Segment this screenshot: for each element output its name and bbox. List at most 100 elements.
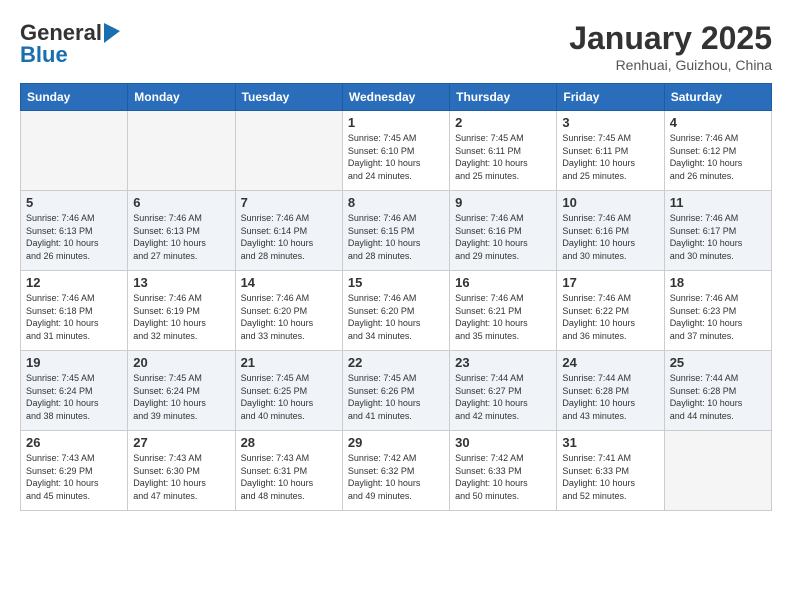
- calendar-week-3: 12 Sunrise: 7:46 AM Sunset: 6:18 PM Dayli…: [21, 271, 772, 351]
- day-info: Sunrise: 7:46 AM Sunset: 6:20 PM Dayligh…: [241, 292, 337, 342]
- calendar-day-21: 21 Sunrise: 7:45 AM Sunset: 6:25 PM Dayli…: [235, 351, 342, 431]
- day-number: 21: [241, 355, 337, 370]
- calendar-day-19: 19Sunrise: 7:45 AM Sunset: 6:24 PM Dayli…: [21, 351, 128, 431]
- day-info: Sunrise: 7:43 AM Sunset: 6:31 PM Dayligh…: [241, 452, 337, 502]
- calendar-day-20: 20Sunrise: 7:45 AM Sunset: 6:24 PM Dayli…: [128, 351, 235, 431]
- day-info: Sunrise: 7:46 AM Sunset: 6:12 PM Dayligh…: [670, 132, 766, 182]
- calendar-week-5: 26 Sunrise: 7:43 AM Sunset: 6:29 PM Dayli…: [21, 431, 772, 511]
- calendar-day-25: 25 Sunrise: 7:44 AM Sunset: 6:28 PM Dayli…: [664, 351, 771, 431]
- day-info: Sunrise: 7:42 AM Sunset: 6:33 PM Dayligh…: [455, 452, 551, 502]
- page-header: General Blue January 2025 Renhuai, Guizh…: [20, 20, 772, 73]
- weekday-header-thursday: Thursday: [450, 84, 557, 111]
- calendar-day-3: 3 Sunrise: 7:45 AM Sunset: 6:11 PM Daylig…: [557, 111, 664, 191]
- calendar-day-29: 29Sunrise: 7:42 AM Sunset: 6:32 PM Dayli…: [342, 431, 449, 511]
- day-info: Sunrise: 7:45 AM Sunset: 6:24 PM Dayligh…: [26, 372, 122, 422]
- calendar-day-28: 28 Sunrise: 7:43 AM Sunset: 6:31 PM Dayli…: [235, 431, 342, 511]
- day-info: Sunrise: 7:46 AM Sunset: 6:18 PM Dayligh…: [26, 292, 122, 342]
- calendar-week-2: 5Sunrise: 7:46 AM Sunset: 6:13 PM Daylig…: [21, 191, 772, 271]
- calendar-day-24: 24 Sunrise: 7:44 AM Sunset: 6:28 PM Dayli…: [557, 351, 664, 431]
- day-number: 29: [348, 435, 444, 450]
- weekday-header-wednesday: Wednesday: [342, 84, 449, 111]
- calendar-day-17: 17 Sunrise: 7:46 AM Sunset: 6:22 PM Dayli…: [557, 271, 664, 351]
- day-info: Sunrise: 7:43 AM Sunset: 6:30 PM Dayligh…: [133, 452, 229, 502]
- day-info: Sunrise: 7:45 AM Sunset: 6:10 PM Dayligh…: [348, 132, 444, 182]
- calendar-week-1: 1 Sunrise: 7:45 AM Sunset: 6:10 PM Daylig…: [21, 111, 772, 191]
- calendar-day-27: 27 Sunrise: 7:43 AM Sunset: 6:30 PM Dayli…: [128, 431, 235, 511]
- day-info: Sunrise: 7:46 AM Sunset: 6:17 PM Dayligh…: [670, 212, 766, 262]
- day-number: 15: [348, 275, 444, 290]
- day-info: Sunrise: 7:46 AM Sunset: 6:13 PM Dayligh…: [133, 212, 229, 262]
- day-number: 10: [562, 195, 658, 210]
- day-number: 30: [455, 435, 551, 450]
- day-number: 9: [455, 195, 551, 210]
- calendar-table: SundayMondayTuesdayWednesdayThursdayFrid…: [20, 83, 772, 511]
- day-number: 24: [562, 355, 658, 370]
- calendar-day-empty: [128, 111, 235, 191]
- day-number: 7: [241, 195, 337, 210]
- calendar-day-13: 13Sunrise: 7:46 AM Sunset: 6:19 PM Dayli…: [128, 271, 235, 351]
- day-number: 27: [133, 435, 229, 450]
- day-number: 31: [562, 435, 658, 450]
- calendar-day-empty: [21, 111, 128, 191]
- calendar-day-14: 14 Sunrise: 7:46 AM Sunset: 6:20 PM Dayli…: [235, 271, 342, 351]
- day-number: 11: [670, 195, 766, 210]
- day-number: 17: [562, 275, 658, 290]
- weekday-header-saturday: Saturday: [664, 84, 771, 111]
- day-info: Sunrise: 7:44 AM Sunset: 6:28 PM Dayligh…: [670, 372, 766, 422]
- day-number: 28: [241, 435, 337, 450]
- weekday-header-sunday: Sunday: [21, 84, 128, 111]
- title-block: January 2025 Renhuai, Guizhou, China: [569, 20, 772, 73]
- day-info: Sunrise: 7:45 AM Sunset: 6:11 PM Dayligh…: [562, 132, 658, 182]
- calendar-day-22: 22Sunrise: 7:45 AM Sunset: 6:26 PM Dayli…: [342, 351, 449, 431]
- calendar-day-empty: [235, 111, 342, 191]
- day-number: 13: [133, 275, 229, 290]
- day-info: Sunrise: 7:46 AM Sunset: 6:20 PM Dayligh…: [348, 292, 444, 342]
- day-number: 26: [26, 435, 122, 450]
- day-number: 8: [348, 195, 444, 210]
- day-info: Sunrise: 7:44 AM Sunset: 6:27 PM Dayligh…: [455, 372, 551, 422]
- calendar-day-23: 23 Sunrise: 7:44 AM Sunset: 6:27 PM Dayli…: [450, 351, 557, 431]
- day-number: 23: [455, 355, 551, 370]
- day-info: Sunrise: 7:46 AM Sunset: 6:21 PM Dayligh…: [455, 292, 551, 342]
- day-number: 1: [348, 115, 444, 130]
- calendar-day-7: 7 Sunrise: 7:46 AM Sunset: 6:14 PM Daylig…: [235, 191, 342, 271]
- weekday-header-friday: Friday: [557, 84, 664, 111]
- day-number: 6: [133, 195, 229, 210]
- logo-blue: Blue: [20, 42, 68, 68]
- day-info: Sunrise: 7:46 AM Sunset: 6:22 PM Dayligh…: [562, 292, 658, 342]
- day-number: 2: [455, 115, 551, 130]
- day-info: Sunrise: 7:41 AM Sunset: 6:33 PM Dayligh…: [562, 452, 658, 502]
- weekday-header-monday: Monday: [128, 84, 235, 111]
- calendar-day-26: 26 Sunrise: 7:43 AM Sunset: 6:29 PM Dayli…: [21, 431, 128, 511]
- calendar-day-15: 15 Sunrise: 7:46 AM Sunset: 6:20 PM Dayli…: [342, 271, 449, 351]
- day-info: Sunrise: 7:46 AM Sunset: 6:13 PM Dayligh…: [26, 212, 122, 262]
- calendar-day-5: 5Sunrise: 7:46 AM Sunset: 6:13 PM Daylig…: [21, 191, 128, 271]
- calendar-day-18: 18Sunrise: 7:46 AM Sunset: 6:23 PM Dayli…: [664, 271, 771, 351]
- day-number: 25: [670, 355, 766, 370]
- header-row: SundayMondayTuesdayWednesdayThursdayFrid…: [21, 84, 772, 111]
- calendar-day-8: 8Sunrise: 7:46 AM Sunset: 6:15 PM Daylig…: [342, 191, 449, 271]
- day-number: 3: [562, 115, 658, 130]
- day-info: Sunrise: 7:45 AM Sunset: 6:25 PM Dayligh…: [241, 372, 337, 422]
- calendar-day-6: 6 Sunrise: 7:46 AM Sunset: 6:13 PM Daylig…: [128, 191, 235, 271]
- day-info: Sunrise: 7:46 AM Sunset: 6:23 PM Dayligh…: [670, 292, 766, 342]
- weekday-header-tuesday: Tuesday: [235, 84, 342, 111]
- day-number: 14: [241, 275, 337, 290]
- calendar-day-empty: [664, 431, 771, 511]
- calendar-day-1: 1 Sunrise: 7:45 AM Sunset: 6:10 PM Daylig…: [342, 111, 449, 191]
- calendar-day-30: 30 Sunrise: 7:42 AM Sunset: 6:33 PM Dayli…: [450, 431, 557, 511]
- day-info: Sunrise: 7:43 AM Sunset: 6:29 PM Dayligh…: [26, 452, 122, 502]
- day-number: 12: [26, 275, 122, 290]
- calendar-day-31: 31 Sunrise: 7:41 AM Sunset: 6:33 PM Dayli…: [557, 431, 664, 511]
- day-info: Sunrise: 7:46 AM Sunset: 6:16 PM Dayligh…: [562, 212, 658, 262]
- day-number: 4: [670, 115, 766, 130]
- day-info: Sunrise: 7:44 AM Sunset: 6:28 PM Dayligh…: [562, 372, 658, 422]
- day-info: Sunrise: 7:46 AM Sunset: 6:16 PM Dayligh…: [455, 212, 551, 262]
- month-title: January 2025: [569, 20, 772, 57]
- day-info: Sunrise: 7:46 AM Sunset: 6:14 PM Dayligh…: [241, 212, 337, 262]
- day-info: Sunrise: 7:45 AM Sunset: 6:26 PM Dayligh…: [348, 372, 444, 422]
- calendar-week-4: 19Sunrise: 7:45 AM Sunset: 6:24 PM Dayli…: [21, 351, 772, 431]
- calendar-day-2: 2 Sunrise: 7:45 AM Sunset: 6:11 PM Daylig…: [450, 111, 557, 191]
- calendar-day-11: 11 Sunrise: 7:46 AM Sunset: 6:17 PM Dayli…: [664, 191, 771, 271]
- day-info: Sunrise: 7:45 AM Sunset: 6:11 PM Dayligh…: [455, 132, 551, 182]
